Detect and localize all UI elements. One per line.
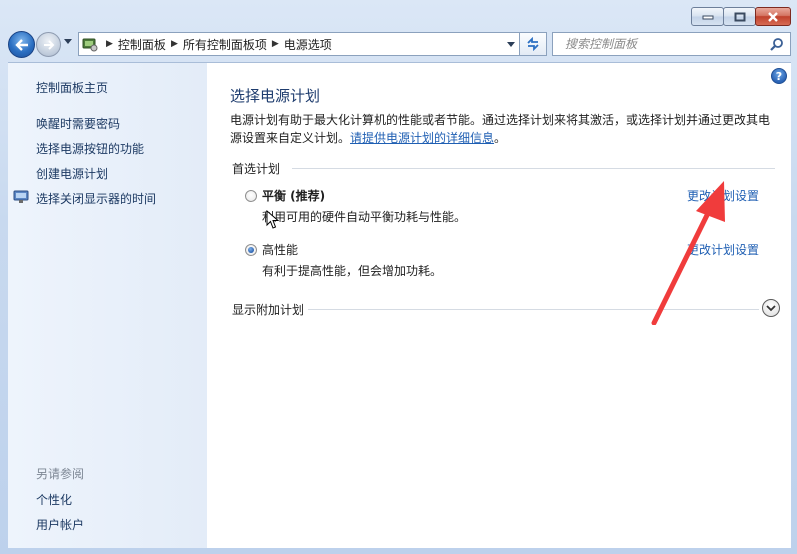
- mouse-cursor-icon: [266, 210, 280, 229]
- plan-name-balanced[interactable]: 平衡 (推荐): [262, 187, 325, 204]
- search-icon[interactable]: [770, 37, 784, 51]
- close-button[interactable]: [755, 7, 791, 26]
- plan-radio-high-performance[interactable]: [245, 244, 257, 256]
- breadcrumb-separator: ▶: [106, 39, 113, 49]
- plan-desc-balanced: 利用可用的硬件自动平衡功耗与性能。: [262, 210, 467, 224]
- preferred-plans-header: 首选计划: [232, 162, 281, 176]
- search-box[interactable]: [552, 32, 791, 56]
- window-controls: [691, 7, 791, 26]
- plan-name-high-performance[interactable]: 高性能: [262, 241, 298, 258]
- history-dropdown-icon[interactable]: [64, 39, 72, 44]
- address-dropdown-icon[interactable]: [507, 42, 515, 47]
- forward-button[interactable]: [36, 32, 61, 57]
- sidebar-link-personalization[interactable]: 个性化: [36, 491, 72, 508]
- monitor-icon: [13, 190, 29, 203]
- expand-additional-plans-button[interactable]: [762, 299, 780, 317]
- page-title: 选择电源计划: [230, 87, 321, 105]
- section-divider: [292, 168, 775, 169]
- chevron-down-icon: [766, 304, 776, 311]
- control-panel-icon: [79, 33, 101, 55]
- sidebar-link-create-plan[interactable]: 创建电源计划: [36, 165, 108, 182]
- sidebar-link-require-password[interactable]: 唤醒时需要密码: [36, 115, 120, 132]
- breadcrumb-separator[interactable]: ▶: [171, 39, 178, 49]
- description-end: 。: [494, 131, 507, 145]
- radio-selected-dot: [248, 247, 254, 253]
- breadcrumb-power-options[interactable]: 电源选项: [284, 36, 332, 53]
- search-input[interactable]: [553, 33, 763, 55]
- plan-radio-balanced[interactable]: [245, 190, 257, 202]
- arrow-right-icon: [43, 39, 54, 50]
- address-bar[interactable]: ▶ 控制面板 ▶ 所有控制面板项 ▶ 电源选项: [78, 32, 520, 56]
- sidebar-link-control-panel-home[interactable]: 控制面板主页: [36, 79, 108, 96]
- help-icon[interactable]: ?: [771, 68, 787, 84]
- sidebar-link-user-accounts[interactable]: 用户帐户: [36, 516, 84, 533]
- annotation-arrow-icon: [651, 181, 725, 325]
- arrow-left-icon: [14, 38, 28, 51]
- minimize-icon: [702, 15, 713, 19]
- minimize-button[interactable]: [691, 7, 724, 26]
- plan-desc-high-performance: 有利于提高性能，但会增加功耗。: [262, 264, 443, 278]
- page-description: 电源计划有助于最大化计算机的性能或者节能。通过选择计划来将其激活，或选择计划并通…: [230, 111, 780, 147]
- maximize-button[interactable]: [723, 7, 756, 26]
- back-button[interactable]: [8, 31, 35, 58]
- navigation-bar: ▶ 控制面板 ▶ 所有控制面板项 ▶ 电源选项: [8, 30, 791, 58]
- breadcrumb-control-panel[interactable]: 控制面板: [118, 36, 166, 53]
- sidebar-link-power-buttons[interactable]: 选择电源按钮的功能: [36, 140, 144, 157]
- see-also-header: 另请参阅: [36, 467, 85, 481]
- refresh-icon: [527, 37, 539, 51]
- sidebar-link-display-off-time[interactable]: 选择关闭显示器的时间: [36, 190, 156, 207]
- close-icon: [768, 11, 778, 22]
- task-sidebar: 控制面板主页 唤醒时需要密码 选择电源按钮的功能 创建电源计划 选择关闭显示器的…: [8, 63, 207, 548]
- breadcrumb-all-items[interactable]: 所有控制面板项: [183, 36, 267, 53]
- refresh-button[interactable]: [520, 32, 547, 56]
- plan-details-link[interactable]: 请提供电源计划的详细信息: [350, 131, 494, 145]
- additional-plans-header[interactable]: 显示附加计划: [232, 301, 304, 318]
- window-frame: ▶ 控制面板 ▶ 所有控制面板项 ▶ 电源选项 控制面板主页 唤醒时需要密码 选…: [0, 0, 797, 554]
- maximize-icon: [734, 12, 745, 21]
- breadcrumb-separator[interactable]: ▶: [272, 39, 279, 49]
